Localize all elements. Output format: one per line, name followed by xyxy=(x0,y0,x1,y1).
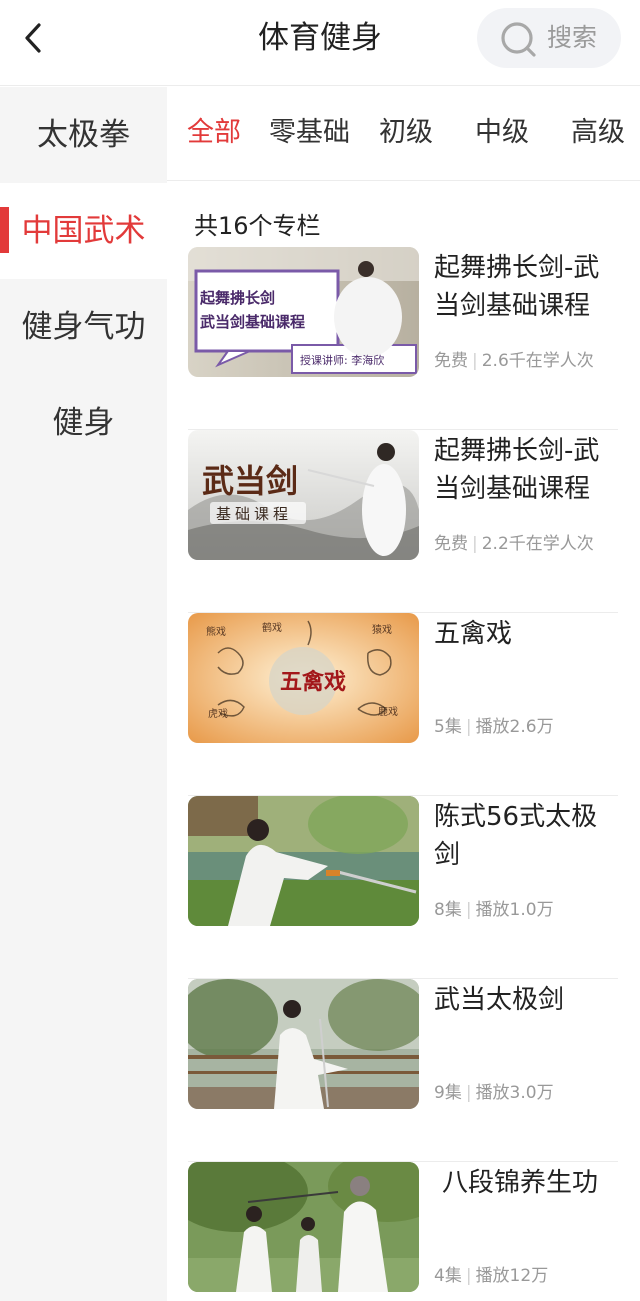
thumb-label: 虎戏 xyxy=(208,708,228,720)
course-meta: 8集 | 播放1.0万 xyxy=(434,900,554,920)
list-item[interactable]: 武当剑 基础课程 起舞拂长剑-武当剑基础课程 免费 | 2.2千在学人次 xyxy=(188,430,618,613)
course-title: 起舞拂长剑-武当剑基础课程 xyxy=(434,253,600,321)
meta-price: 免费 xyxy=(434,534,468,554)
meta-plays: 播放2.6万 xyxy=(475,717,554,737)
list-item[interactable]: 武当太极剑 9集 | 播放3.0万 xyxy=(188,979,618,1162)
course-meta: 免费 | 2.6千在学人次 xyxy=(434,351,594,371)
meta-learners: 2.6千在学人次 xyxy=(481,351,594,371)
search-label: 搜索 xyxy=(547,23,598,52)
category-sidebar: 太极拳 中国武术 健身气功 健身 xyxy=(0,87,167,1301)
course-meta: 4集 | 播放12万 xyxy=(434,1266,549,1286)
course-thumbnail xyxy=(188,796,419,926)
meta-plays: 播放12万 xyxy=(475,1266,549,1286)
tab-beginner[interactable]: 初级 xyxy=(379,115,433,151)
course-title: 起舞拂长剑-武当剑基础课程 xyxy=(434,436,600,504)
meta-episodes: 9集 xyxy=(434,1083,462,1103)
search-icon xyxy=(501,22,536,57)
course-meta: 5集 | 播放2.6万 xyxy=(434,717,554,737)
top-bar: 体育健身 搜索 xyxy=(0,0,640,86)
thumb-center-title: 五禽戏 xyxy=(280,669,346,695)
meta-learners: 2.2千在学人次 xyxy=(481,534,594,554)
tab-all[interactable]: 全部 xyxy=(187,115,241,151)
thumb-label: 熊戏 xyxy=(206,625,226,638)
course-list: 共16个专栏 起舞拂长剑 武当剑基础课程 授课讲师: 李海欣 起舞拂长剑-武当剑… xyxy=(167,182,640,1301)
meta-price: 免费 xyxy=(434,351,468,371)
list-item[interactable]: 起舞拂长剑 武当剑基础课程 授课讲师: 李海欣 起舞拂长剑-武当剑基础课程 免费… xyxy=(188,247,618,430)
meta-episodes: 5集 xyxy=(434,717,462,737)
thumb-label: 猿戏 xyxy=(372,623,392,636)
course-title: 五禽戏 xyxy=(434,619,513,649)
meta-plays: 播放1.0万 xyxy=(475,900,554,920)
course-title: 武当太极剑 xyxy=(434,985,565,1015)
thumb-big-title: 武当剑 xyxy=(202,462,298,500)
list-item[interactable]: 八段锦养生功 4集 | 播放12万 xyxy=(188,1162,618,1301)
thumb-title-line2: 武当剑基础课程 xyxy=(200,313,305,331)
tab-advanced[interactable]: 高级 xyxy=(571,115,625,151)
tab-zero-basis[interactable]: 零基础 xyxy=(269,115,350,151)
sidebar-item-chinese-martial-arts[interactable]: 中国武术 xyxy=(0,183,167,279)
meta-episodes: 8集 xyxy=(434,900,462,920)
course-title: 陈式56式太极剑 xyxy=(434,802,598,870)
list-item[interactable]: 五禽戏 熊戏 鹤戏 猿戏 虎戏 鹿戏 五禽戏 5集 | 播放2.6万 xyxy=(188,613,618,796)
sidebar-item-health-qigong[interactable]: 健身气功 xyxy=(0,279,167,375)
sidebar-item-taijiquan[interactable]: 太极拳 xyxy=(0,87,167,183)
thumb-label: 鹿戏 xyxy=(378,705,398,718)
course-title: 八段锦养生功 xyxy=(442,1168,599,1198)
sidebar-item-fitness[interactable]: 健身 xyxy=(0,375,167,471)
course-thumbnail: 五禽戏 熊戏 鹤戏 猿戏 虎戏 鹿戏 xyxy=(188,613,419,743)
thumb-teacher: 授课讲师: 李海欣 xyxy=(300,353,384,367)
course-meta: 免费 | 2.2千在学人次 xyxy=(434,534,594,554)
course-thumbnail: 起舞拂长剑 武当剑基础课程 授课讲师: 李海欣 xyxy=(188,247,419,377)
meta-episodes: 4集 xyxy=(434,1266,462,1286)
thumb-small-title: 基础课程 xyxy=(216,505,292,523)
course-thumbnail: 武当剑 基础课程 xyxy=(188,430,419,560)
thumb-title-line1: 起舞拂长剑 xyxy=(199,289,275,307)
list-item[interactable]: 陈式56式太极剑 8集 | 播放1.0万 xyxy=(188,796,618,979)
tab-intermediate[interactable]: 中级 xyxy=(475,115,529,151)
course-thumbnail xyxy=(188,1162,419,1292)
thumb-label: 鹤戏 xyxy=(262,621,282,634)
level-tabs: 全部 零基础 初级 中级 高级 xyxy=(167,87,640,181)
column-count: 共16个专栏 xyxy=(194,212,321,240)
meta-plays: 播放3.0万 xyxy=(475,1083,554,1103)
course-thumbnail xyxy=(188,979,419,1109)
course-meta: 9集 | 播放3.0万 xyxy=(434,1083,554,1103)
search-button[interactable]: 搜索 xyxy=(477,8,621,68)
